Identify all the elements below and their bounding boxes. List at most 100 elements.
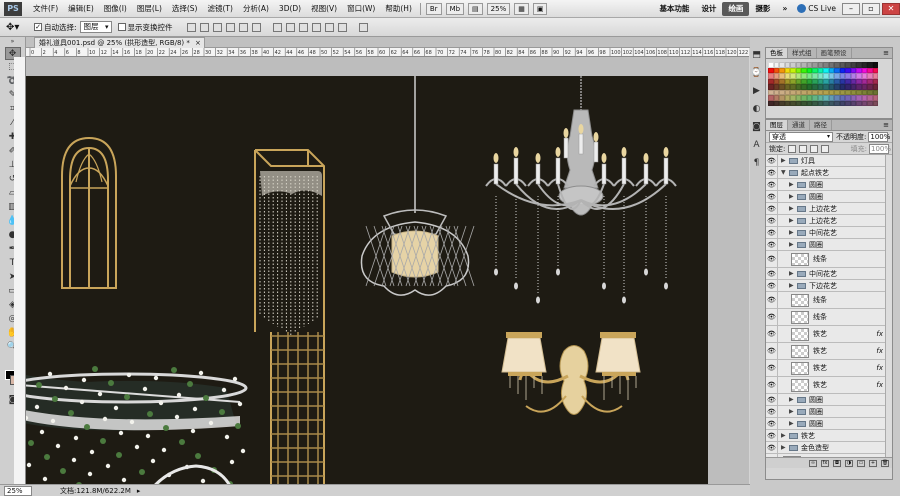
character-icon[interactable]: A — [750, 139, 763, 152]
visibility-eye-icon[interactable]: 👁 — [766, 442, 778, 453]
canvas-area[interactable] — [26, 57, 749, 484]
auto-select-dropdown[interactable]: 图层 — [79, 21, 112, 33]
layer-group-row[interactable]: 👁 ▶ 上边花艺 — [766, 215, 892, 227]
expand-triangle-icon[interactable]: ▶ — [789, 217, 796, 224]
cs-live-button[interactable]: CS Live — [793, 4, 840, 13]
zoom-field[interactable]: 25% — [4, 485, 32, 496]
history-icon[interactable]: ⌚ — [750, 67, 763, 80]
bridge-button[interactable]: Br — [425, 2, 442, 15]
layer-group-row[interactable]: 👁 ▶ 灯具 — [766, 155, 892, 167]
visibility-eye-icon[interactable]: 👁 — [766, 394, 778, 405]
align-top-icon[interactable] — [186, 22, 196, 32]
layer-row[interactable]: 👁铁艺fx▾ — [766, 377, 892, 394]
visibility-eye-icon[interactable]: 👁 — [766, 227, 778, 238]
layer-row[interactable]: 👁 线条 — [766, 251, 892, 268]
expand-triangle-icon[interactable]: ▶ — [789, 420, 796, 427]
auto-select-checkbox[interactable]: ✓ — [34, 23, 42, 31]
layer-row[interactable]: 👁铁艺fx▾ — [766, 326, 892, 343]
distribute-hcenter-icon[interactable] — [324, 22, 334, 32]
expand-triangle-icon[interactable]: ▶ — [789, 396, 796, 403]
layer-style-icon[interactable]: fx — [821, 459, 829, 467]
panel-menu-icon[interactable]: ≡ — [880, 48, 892, 58]
blend-mode-dropdown[interactable]: 穿透 — [769, 131, 833, 142]
layer-group-row[interactable]: 👁 ▶ 金色造型 — [766, 442, 892, 454]
distribute-vcenter-icon[interactable] — [285, 22, 295, 32]
expand-triangle-icon[interactable]: ▶ — [789, 282, 796, 289]
visibility-eye-icon[interactable]: 👁 — [766, 360, 778, 376]
lock-transparent-icon[interactable] — [788, 144, 797, 153]
menu-item[interactable]: 文件(F) — [28, 0, 63, 18]
distribute-top-icon[interactable] — [272, 22, 282, 32]
lock-position-icon[interactable] — [810, 144, 819, 153]
actions-icon[interactable]: ▶ — [750, 85, 763, 98]
menu-item[interactable]: 分析(A) — [238, 0, 274, 18]
layer-group-row[interactable]: 👁 ▶ 下边花艺 — [766, 280, 892, 292]
layer-group-row[interactable]: 👁 ▶ 圆圈 — [766, 239, 892, 251]
expand-triangle-icon[interactable]: ▶ — [781, 432, 788, 439]
visibility-eye-icon[interactable]: 👁 — [766, 167, 778, 178]
zoom-select[interactable]: 25% — [486, 2, 511, 15]
adjustment-layer-icon[interactable]: ◑ — [845, 459, 853, 467]
menu-item[interactable]: 窗口(W) — [342, 0, 380, 18]
menu-item[interactable]: 编辑(E) — [63, 0, 99, 18]
expand-triangle-icon[interactable]: ▶ — [789, 270, 796, 277]
fx-icon[interactable]: fx — [876, 364, 883, 372]
fx-icon[interactable]: fx — [876, 347, 883, 355]
document-tab[interactable]: 婚礼道具001.psd @ 25% (拱形造型, RGB/8) * × — [34, 37, 205, 48]
maximize-button[interactable]: ▫ — [862, 2, 880, 15]
visibility-eye-icon[interactable]: 👁 — [766, 155, 778, 166]
visibility-eye-icon[interactable]: 👁 — [766, 418, 778, 429]
expand-triangle-icon[interactable]: ▶ — [789, 229, 796, 236]
visibility-eye-icon[interactable]: 👁 — [766, 268, 778, 279]
visibility-eye-icon[interactable]: 👁 — [766, 215, 778, 226]
masks-icon[interactable]: ◙ — [750, 121, 763, 134]
lock-all-icon[interactable] — [821, 144, 830, 153]
hand-view-button[interactable]: ▤ — [468, 2, 483, 15]
show-transform-checkbox[interactable] — [117, 23, 126, 31]
fx-icon[interactable]: fx — [876, 330, 883, 338]
color-swatch[interactable] — [872, 100, 878, 106]
menu-item[interactable]: 图像(I) — [99, 0, 132, 18]
expand-triangle-icon[interactable]: ▶ — [781, 157, 788, 164]
expand-triangle-icon[interactable]: ▶ — [789, 241, 796, 248]
layer-row[interactable]: 👁背景铁艺 — [766, 454, 892, 457]
distribute-right-icon[interactable] — [337, 22, 347, 32]
menu-item[interactable]: 选择(S) — [167, 0, 203, 18]
align-hcenter-icon[interactable] — [238, 22, 248, 32]
workspace-button[interactable]: 基本功能 — [653, 2, 695, 16]
layer-group-row[interactable]: 👁 ▶ 中间花艺 — [766, 227, 892, 239]
visibility-eye-icon[interactable]: 👁 — [766, 179, 778, 190]
expand-triangle-icon[interactable]: ▼ — [781, 169, 788, 176]
layer-group-row[interactable]: 👁 ▶ 上边花艺 — [766, 203, 892, 215]
layer-group-row[interactable]: 👁 ▶ 圆圈 — [766, 406, 892, 418]
swatch-grid[interactable] — [768, 62, 890, 106]
align-bottom-icon[interactable] — [212, 22, 222, 32]
layer-group-row[interactable]: 👁 ▶ 圆圈 — [766, 191, 892, 203]
minibridge-button[interactable]: Mb — [445, 2, 465, 15]
new-layer-icon[interactable]: + — [869, 459, 877, 467]
layer-group-row[interactable]: 👁 ▶ 圆圈 — [766, 394, 892, 406]
menu-item[interactable]: 视图(V) — [306, 0, 342, 18]
panel-menu-icon[interactable]: ≡ — [880, 120, 892, 130]
workspace-button[interactable]: 设计 — [695, 2, 722, 16]
fill-field[interactable]: 100% — [869, 143, 891, 154]
navigator-icon[interactable]: ⬒ — [750, 49, 763, 62]
layer-group-row[interactable]: 👁 ▶ 铁艺 — [766, 430, 892, 442]
layer-row[interactable]: 👁 线条 — [766, 309, 892, 326]
close-document-icon[interactable]: × — [195, 38, 201, 48]
menu-item[interactable]: 图层(L) — [132, 0, 167, 18]
workspace-button[interactable]: 摄影 — [749, 2, 776, 16]
workspace-button[interactable]: 绘画 — [722, 1, 750, 16]
panel-tab[interactable]: 画笔预设 — [817, 48, 852, 58]
visibility-eye-icon[interactable]: 👁 — [766, 343, 778, 359]
visibility-eye-icon[interactable]: 👁 — [766, 406, 778, 417]
layer-row[interactable]: 👁铁艺fx▾ — [766, 343, 892, 360]
layer-mask-icon[interactable]: ◘ — [833, 459, 841, 467]
visibility-eye-icon[interactable]: 👁 — [766, 326, 778, 342]
artboard[interactable] — [26, 76, 708, 484]
expand-triangle-icon[interactable]: ▶ — [781, 444, 788, 451]
tools-collapse-icon[interactable]: » — [5, 38, 21, 46]
link-layers-icon[interactable]: ∞ — [809, 459, 817, 467]
visibility-eye-icon[interactable]: 👁 — [766, 430, 778, 441]
visibility-eye-icon[interactable]: 👁 — [766, 292, 778, 308]
